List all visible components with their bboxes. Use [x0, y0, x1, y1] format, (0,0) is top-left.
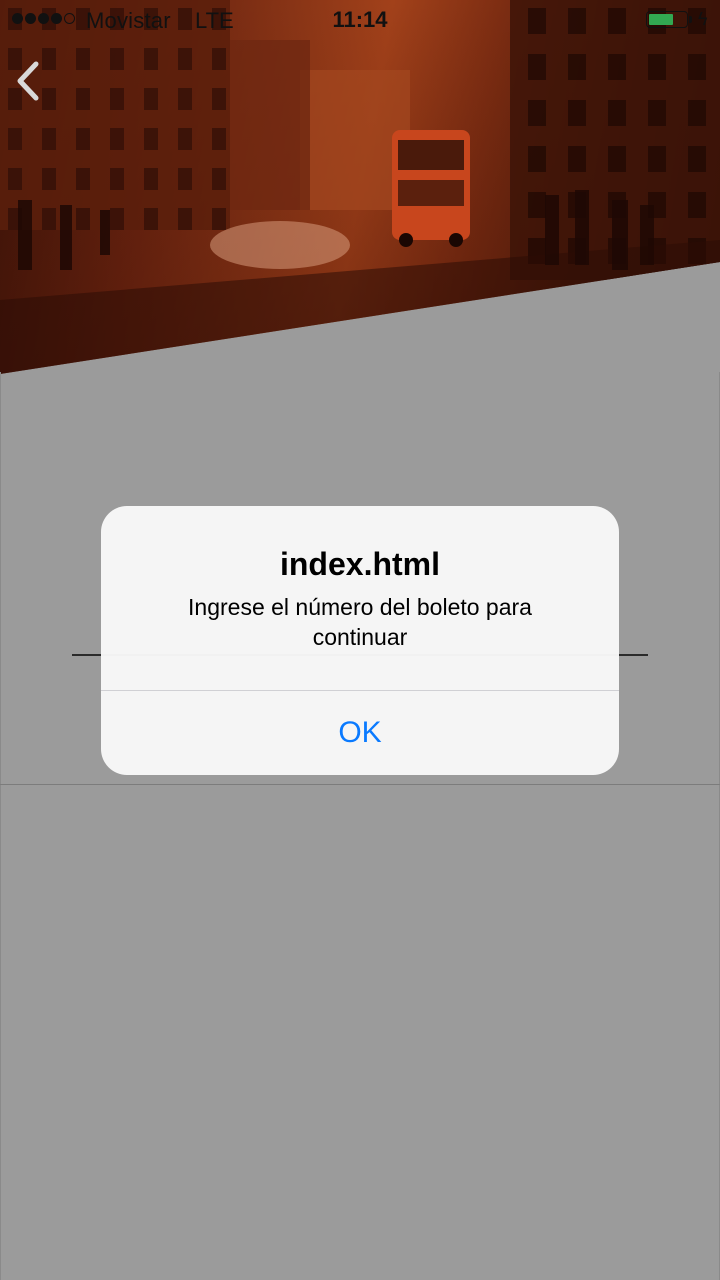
battery-tip [689, 16, 692, 23]
battery-icon [646, 11, 688, 28]
header-photo [0, 0, 720, 374]
status-time: 11:14 [332, 7, 388, 32]
section-divider [0, 784, 720, 785]
battery-level [649, 14, 673, 25]
charging-bolt-icon: ϟ [698, 9, 708, 29]
alert-message: Ingrese el número del boleto para contin… [188, 594, 532, 650]
status-bar: Movistar LTE 11:14 ϟ [0, 0, 720, 40]
street-scene-illustration [0, 0, 720, 374]
back-button[interactable] [10, 58, 50, 104]
alert-title: index.html [279, 546, 440, 582]
chevron-left-icon [17, 61, 39, 101]
app-screen: Movistar LTE 11:14 ϟ index.html Ingrese … [0, 0, 720, 1280]
ok-button[interactable]: OK [101, 691, 619, 775]
content-border-left [0, 372, 1, 1280]
alert-dialog: index.html Ingrese el número del boleto … [101, 506, 619, 775]
